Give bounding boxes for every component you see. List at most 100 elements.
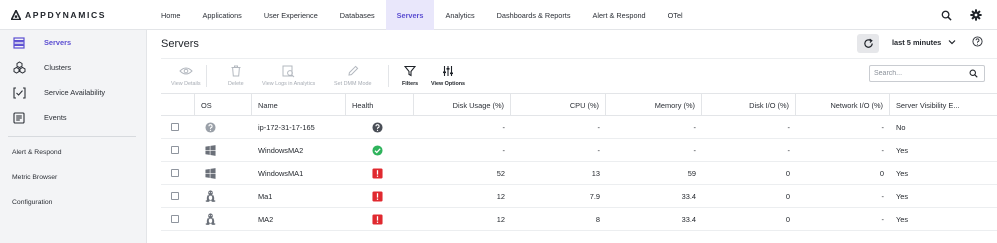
view-details-button[interactable]: View Details (171, 64, 201, 87)
tool-label: View Logs in Analytics (262, 81, 316, 87)
sidebar-item-service-availability[interactable]: Service Availability (0, 80, 147, 105)
health-normal-icon (372, 144, 383, 156)
nav-servers[interactable]: Servers (385, 0, 435, 30)
row-name[interactable]: ip-172-31-17-165 (258, 116, 348, 138)
nav-utilities (931, 0, 997, 30)
cell-server-visibility: Yes (896, 214, 909, 224)
events-icon (12, 111, 26, 125)
toolbar-divider (206, 65, 207, 87)
time-range-selector[interactable]: last 5 minutes (892, 38, 941, 47)
nav-home[interactable]: Home (150, 0, 191, 30)
row-name[interactable]: MA2 (258, 208, 348, 230)
table-row[interactable]: ip-172-31-17-165 - - - - - No (161, 116, 997, 139)
cell-cpu: - (597, 122, 600, 132)
brand-name: APPDYNAMICS (25, 10, 107, 20)
column-header-cpu[interactable]: CPU (%) (511, 94, 606, 116)
nav-alert-respond[interactable]: Alert & Respond (581, 0, 656, 30)
column-header-disk-usage[interactable]: Disk Usage (%) (414, 94, 511, 116)
table-row[interactable]: MA2 12 8 33.4 0 - Yes (161, 208, 997, 231)
brand-logo[interactable]: APPDYNAMICS (11, 0, 106, 30)
cluster-icon (12, 61, 26, 75)
cell-network-io: - (881, 145, 884, 155)
row-checkbox[interactable] (171, 192, 179, 200)
refresh-button[interactable] (857, 34, 879, 53)
sidebar-divider (8, 136, 136, 137)
main-nav: Home Applications User Experience Databa… (150, 0, 694, 30)
set-dmm-mode-button[interactable]: Set DMM Mode (334, 64, 371, 87)
sidebar: Servers Clusters Service Availability Ev… (0, 30, 147, 243)
column-header-name[interactable]: Name (252, 94, 346, 116)
nav-otel[interactable]: OTel (657, 0, 694, 30)
column-header-health[interactable]: Health (346, 94, 414, 116)
cell-memory: - (693, 122, 696, 132)
column-header-memory[interactable]: Memory (%) (606, 94, 702, 116)
row-checkbox[interactable] (171, 215, 179, 223)
cell-memory: 33.4 (681, 191, 696, 201)
health-critical-icon (372, 213, 383, 225)
toolbar: View Details Delete View Logs in Analyti… (161, 58, 997, 93)
sidebar-item-clusters[interactable]: Clusters (0, 55, 147, 80)
nav-applications[interactable]: Applications (191, 0, 252, 30)
cell-disk-usage: - (502, 122, 505, 132)
search-box (869, 65, 985, 82)
table-row[interactable]: WindowsMA1 52 13 59 0 0 Yes (161, 162, 997, 185)
cell-server-visibility: Yes (896, 145, 909, 155)
help-icon[interactable] (972, 36, 983, 49)
tool-label: Set DMM Mode (334, 81, 372, 87)
cell-disk-usage: 12 (496, 214, 505, 224)
server-stack-icon (12, 36, 26, 50)
chevron-down-icon[interactable] (948, 38, 956, 48)
gear-icon[interactable] (961, 0, 991, 30)
search-icon[interactable] (966, 69, 980, 78)
linux-icon (205, 190, 216, 202)
cell-disk-usage: 12 (496, 191, 505, 201)
table-header: OS Name Health Disk Usage (%) CPU (%) Me… (161, 93, 997, 116)
delete-button[interactable]: Delete (228, 64, 244, 87)
sidebar-link-configuration[interactable]: Configuration (12, 199, 52, 206)
row-checkbox[interactable] (171, 146, 179, 154)
table-row[interactable]: Ma1 12 7.9 33.4 0 - Yes (161, 185, 997, 208)
cell-disk-io: 0 (785, 191, 790, 201)
column-header-disk-io[interactable]: Disk I/O (%) (702, 94, 796, 116)
column-header-select (161, 94, 195, 116)
nav-user-experience[interactable]: User Experience (253, 0, 329, 30)
nav-databases[interactable]: Databases (329, 0, 386, 30)
trash-icon (231, 64, 241, 78)
cell-cpu: 13 (591, 168, 600, 178)
row-name[interactable]: WindowsMA2 (258, 139, 348, 161)
sidebar-item-label: Events (44, 113, 67, 122)
sidebar-link-metric-browser[interactable]: Metric Browser (12, 174, 57, 181)
health-critical-icon (372, 167, 383, 179)
nav-analytics[interactable]: Analytics (434, 0, 485, 30)
top-navigation-bar: APPDYNAMICS Home Applications User Exper… (0, 0, 997, 30)
table-row[interactable]: WindowsMA2 - - - - - Yes (161, 139, 997, 162)
sliders-icon (442, 64, 454, 78)
sidebar-link-alert-respond[interactable]: Alert & Respond (12, 149, 62, 156)
cell-network-io: - (881, 191, 884, 201)
main-content: Servers last 5 minutes View Details Dele… (148, 30, 997, 243)
appdynamics-logo-icon (11, 10, 21, 20)
view-options-button[interactable]: View Options (431, 64, 465, 87)
column-header-server-visibility[interactable]: Server Visibility E... (890, 94, 997, 116)
cell-disk-io: 0 (785, 214, 790, 224)
view-logs-in-analytics-button[interactable]: View Logs in Analytics (262, 64, 315, 87)
sidebar-item-label: Service Availability (44, 88, 106, 97)
cell-server-visibility: Yes (896, 168, 909, 178)
row-name[interactable]: Ma1 (258, 185, 348, 207)
search-input[interactable] (870, 70, 966, 77)
column-header-os[interactable]: OS (195, 94, 252, 116)
row-name[interactable]: WindowsMA1 (258, 162, 348, 184)
health-critical-icon (372, 190, 383, 202)
sidebar-item-events[interactable]: Events (0, 105, 147, 130)
sidebar-item-servers[interactable]: Servers (0, 30, 147, 55)
column-header-network-io[interactable]: Network I/O (%) (796, 94, 890, 116)
cell-network-io: 0 (879, 168, 884, 178)
tool-label: View Options (431, 81, 466, 87)
filters-button[interactable]: Filters (402, 64, 418, 87)
nav-dashboards-reports[interactable]: Dashboards & Reports (486, 0, 582, 30)
row-checkbox[interactable] (171, 169, 179, 177)
cell-network-io: - (881, 214, 884, 224)
sidebar-item-label: Servers (44, 38, 72, 47)
row-checkbox[interactable] (171, 123, 179, 131)
search-icon[interactable] (931, 0, 961, 30)
